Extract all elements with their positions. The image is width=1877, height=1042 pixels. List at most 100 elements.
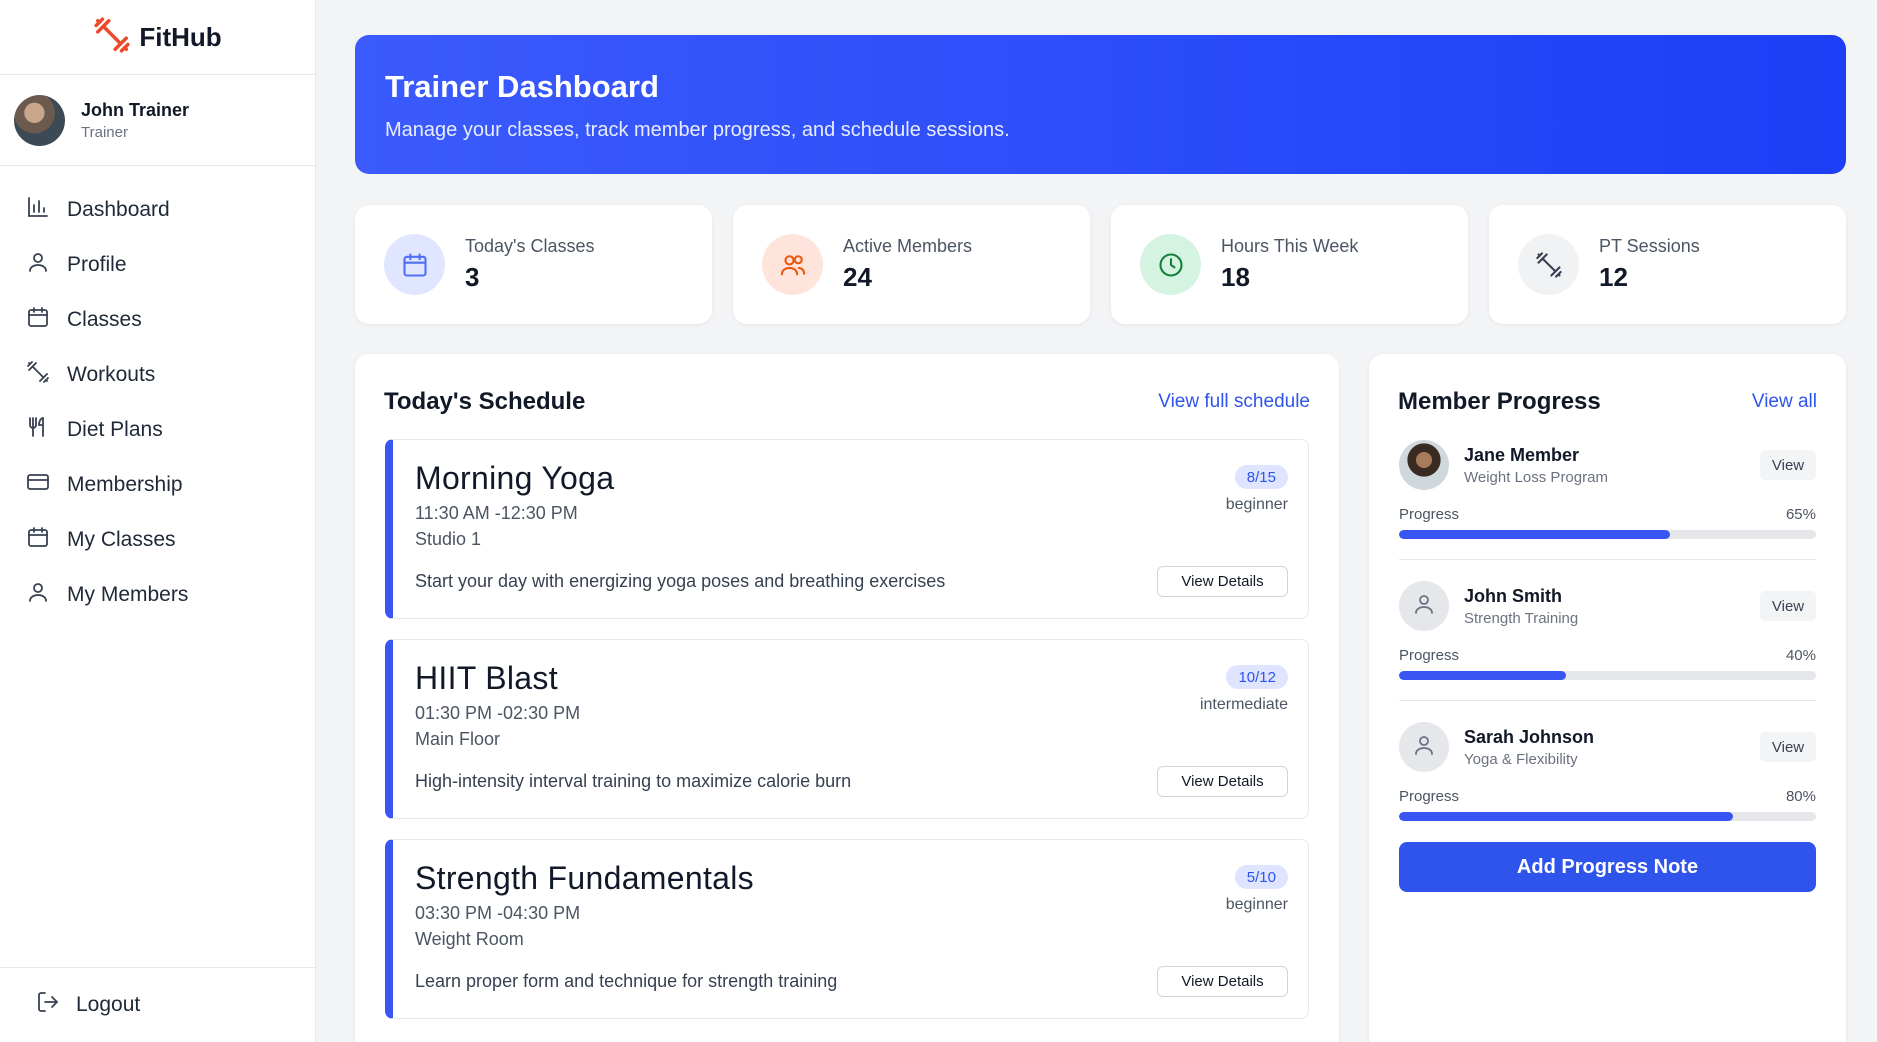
calendar-icon xyxy=(384,234,445,295)
class-card: Morning Yoga 11:30 AM -12:30 PM Studio 1… xyxy=(385,439,1309,619)
sidebar-item-label: Classes xyxy=(67,307,142,331)
class-time: 03:30 PM -04:30 PM xyxy=(415,903,581,923)
sidebar-item-label: Profile xyxy=(67,252,127,276)
divider xyxy=(1399,559,1816,560)
calendar-icon xyxy=(26,525,50,555)
class-title: Strength Fundamentals xyxy=(415,860,754,896)
dumbbell-icon xyxy=(26,360,50,390)
view-all-link[interactable]: View all xyxy=(1752,391,1817,413)
logout-label: Logout xyxy=(76,993,141,1016)
class-title: HIIT Blast xyxy=(415,660,558,696)
sidebar-item-my-members[interactable]: My Members xyxy=(0,567,315,622)
progress-bar-fill xyxy=(1399,671,1566,680)
page-subtitle: Manage your classes, track member progre… xyxy=(385,119,1010,141)
sidebar-item-classes[interactable]: Classes xyxy=(0,292,315,347)
class-room: Studio 1 xyxy=(415,529,482,549)
class-level: beginner xyxy=(1225,896,1288,913)
class-level: beginner xyxy=(1225,496,1288,513)
class-time: 01:30 PM -02:30 PM xyxy=(415,703,581,723)
member-progress-title: Member Progress xyxy=(1398,388,1601,415)
avatar xyxy=(1399,722,1449,772)
stat-value: 12 xyxy=(1599,262,1628,292)
avatar xyxy=(1399,440,1449,490)
view-member-button[interactable]: View xyxy=(1760,591,1816,621)
class-description: Start your day with energizing yoga pose… xyxy=(415,571,946,591)
stat-card-active-members: Active Members 24 xyxy=(733,205,1090,324)
view-details-button[interactable]: View Details xyxy=(1157,966,1288,997)
class-room: Main Floor xyxy=(415,729,501,749)
user-role: Trainer xyxy=(81,123,128,141)
sidebar-item-label: Diet Plans xyxy=(67,417,163,441)
member-name: John Smith xyxy=(1464,586,1562,606)
dumbbell-icon xyxy=(1518,234,1579,295)
sidebar-item-profile[interactable]: Profile xyxy=(0,237,315,292)
progress-percent: 65% xyxy=(1785,506,1816,523)
sidebar-item-label: My Classes xyxy=(67,527,176,551)
user-profile[interactable]: John Trainer Trainer xyxy=(0,75,315,166)
member-name: Sarah Johnson xyxy=(1464,727,1595,747)
view-details-button[interactable]: View Details xyxy=(1157,766,1288,797)
view-full-schedule-link[interactable]: View full schedule xyxy=(1158,391,1310,413)
calendar-icon xyxy=(26,305,50,335)
progress-bar xyxy=(1399,671,1816,680)
logout-button[interactable]: Logout xyxy=(0,967,316,1042)
sidebar-item-membership[interactable]: Membership xyxy=(0,457,315,512)
user-icon xyxy=(26,250,50,280)
view-details-button[interactable]: View Details xyxy=(1157,566,1288,597)
progress-label: Progress xyxy=(1399,788,1460,805)
view-member-button[interactable]: View xyxy=(1760,450,1816,480)
user-icon xyxy=(1412,733,1436,762)
users-icon xyxy=(762,234,823,295)
sidebar-item-label: My Members xyxy=(67,582,189,606)
dumbbell-icon xyxy=(93,16,131,59)
stat-value: 24 xyxy=(843,262,872,292)
user-name: John Trainer xyxy=(81,99,190,120)
schedule-title: Today's Schedule xyxy=(384,388,586,415)
sidebar-item-label: Membership xyxy=(67,472,183,496)
progress-label: Progress xyxy=(1399,647,1460,664)
avatar xyxy=(14,94,65,146)
page-title: Trainer Dashboard xyxy=(385,69,659,104)
brand[interactable]: FitHub xyxy=(0,0,315,75)
view-member-button[interactable]: View xyxy=(1760,732,1816,762)
stat-label: PT Sessions xyxy=(1599,236,1700,256)
member-program: Yoga & Flexibility xyxy=(1464,751,1578,768)
class-card: HIIT Blast 01:30 PM -02:30 PM Main Floor… xyxy=(385,639,1309,819)
member-program: Weight Loss Program xyxy=(1464,469,1608,486)
brand-name: FitHub xyxy=(139,21,222,52)
utensils-icon xyxy=(26,415,50,445)
sidebar-item-label: Dashboard xyxy=(67,197,170,221)
add-progress-note-button[interactable]: Add Progress Note xyxy=(1399,842,1816,892)
sidebar-item-label: Workouts xyxy=(67,362,156,386)
logout-icon xyxy=(36,990,60,1020)
sidebar-item-diet-plans[interactable]: Diet Plans xyxy=(0,402,315,457)
sidebar-item-my-classes[interactable]: My Classes xyxy=(0,512,315,567)
clock-icon xyxy=(1140,234,1201,295)
capacity-badge: 8/15 xyxy=(1234,465,1288,489)
class-level: intermediate xyxy=(1199,696,1288,713)
stat-label: Today's Classes xyxy=(465,236,595,256)
stat-value: 3 xyxy=(465,262,480,292)
credit-card-icon xyxy=(26,470,50,500)
sidebar-item-dashboard[interactable]: Dashboard xyxy=(0,182,315,237)
class-time: 11:30 AM -12:30 PM xyxy=(415,503,578,523)
sidebar-item-workouts[interactable]: Workouts xyxy=(0,347,315,402)
progress-bar xyxy=(1399,530,1816,539)
stat-card-pt-sessions: PT Sessions 12 xyxy=(1489,205,1846,324)
sidebar-nav: Dashboard Profile Classes Workouts Diet … xyxy=(0,166,315,622)
class-room: Weight Room xyxy=(415,929,524,949)
capacity-badge: 5/10 xyxy=(1234,865,1288,889)
avatar xyxy=(1399,581,1449,631)
stat-value: 18 xyxy=(1221,262,1250,292)
member-program: Strength Training xyxy=(1464,610,1579,627)
stat-label: Hours This Week xyxy=(1221,236,1359,256)
stat-label: Active Members xyxy=(843,236,973,256)
class-description: High-intensity interval training to maxi… xyxy=(415,771,852,791)
capacity-badge: 10/12 xyxy=(1226,665,1288,689)
class-description: Learn proper form and technique for stre… xyxy=(415,971,838,991)
bar-chart-icon xyxy=(26,195,50,225)
class-title: Morning Yoga xyxy=(415,460,615,496)
progress-percent: 80% xyxy=(1785,788,1816,805)
progress-bar-fill xyxy=(1399,530,1671,539)
progress-label: Progress xyxy=(1399,506,1460,523)
